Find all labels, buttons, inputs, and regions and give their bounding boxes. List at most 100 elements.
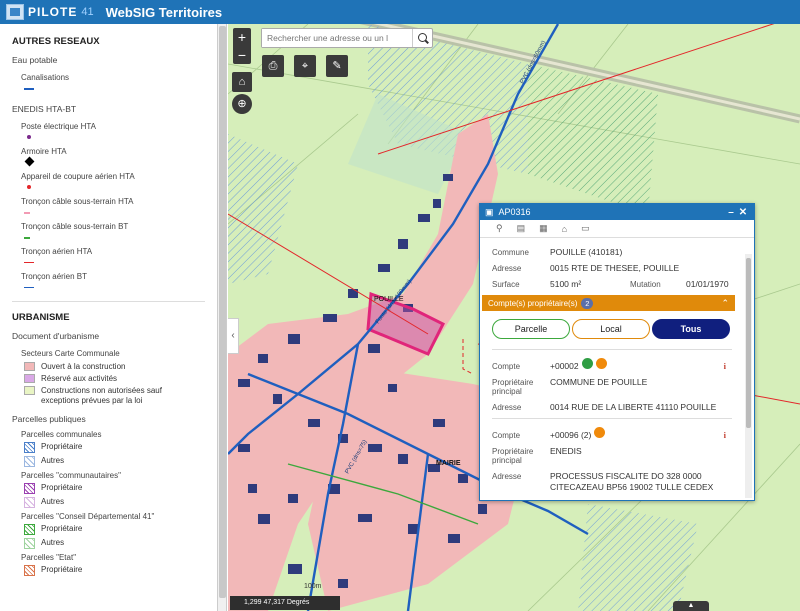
zoom-out-button[interactable]: − [233, 46, 251, 64]
legend-item-label: Propriétaire [41, 442, 83, 451]
search-input[interactable] [262, 29, 412, 47]
legend-item-label: Constructions non autorisées sauf except… [41, 386, 162, 405]
owner-filter-tabs: Parcelle Local Tous [492, 319, 744, 339]
proprietaire-row: Propriétaire principal COMMUNE DE POUILLE [492, 377, 732, 396]
legend-group-label: Eau potable [12, 55, 58, 65]
proprietaire-value: COMMUNE DE POUILLE [550, 377, 648, 387]
locate-button[interactable]: ⊕ [232, 94, 252, 114]
legend-swatch-row: Propriétaire [24, 565, 217, 576]
locate-address-button[interactable]: ⌖ [294, 55, 316, 77]
excel-icon[interactable]: ▦ [539, 223, 548, 234]
hatch-swatch-icon [24, 538, 35, 549]
field-label: Commune [492, 248, 529, 257]
bike-icon[interactable]: ⚲ [496, 223, 503, 234]
proprietaire-row: Propriétaire principal ENEDIS [492, 446, 732, 465]
minimize-button[interactable]: – [725, 207, 737, 218]
collapse-legend-button[interactable]: ‹ [228, 318, 239, 354]
popup-toolbar: ⚲ ▤ ▦ ⌂ ▭ [480, 220, 754, 238]
legend-symbol [24, 131, 217, 145]
legend-divider [12, 301, 205, 302]
chevron-left-icon: ‹ [231, 330, 235, 341]
app-header: PILOTE 41 WebSIG Territoires [0, 0, 800, 24]
commune-value: POUILLE (410181) [550, 247, 623, 257]
legend-symbol [24, 181, 217, 195]
legend-symbol [24, 156, 217, 170]
field-label: Surface [492, 280, 520, 289]
hatch-swatch-icon [24, 497, 35, 508]
field-label: Adresse [492, 264, 522, 273]
owner-adresse-row: Adresse PROCESSUS FISCALITE DO 328 0000 C… [492, 471, 732, 493]
tab-local[interactable]: Local [572, 319, 650, 339]
owner-adresse-value: PROCESSUS FISCALITE DO 328 0000 CITECAZE… [550, 471, 714, 492]
chevron-up-icon: ▲ [687, 602, 695, 609]
swatch-icon [24, 386, 35, 395]
legend-group-label: Document d'urbanisme [12, 331, 100, 341]
legend-item-label: Propriétaire [41, 483, 83, 492]
legend-swatch-row: Autres [24, 497, 217, 508]
card-icon[interactable]: ▭ [581, 223, 590, 234]
compte-row: Compte +00096 (2) i [492, 427, 732, 440]
legend-swatch-row: Ouvert à la construction [24, 362, 217, 371]
legend-item-label: Tronçon câble sous-terrain BT [21, 222, 129, 231]
info-icon[interactable]: i [724, 430, 732, 440]
proprietaire-value: ENEDIS [550, 446, 582, 456]
legend-section-title: URBANISME [12, 312, 70, 323]
compte-row: Compte +00002 i [492, 358, 732, 371]
tab-parcelle[interactable]: Parcelle [492, 319, 570, 339]
owners-section-toggle[interactable]: Compte(s) propriétaire(s) 2 ⌃ [482, 295, 735, 311]
pencil-icon: ✎ [332, 60, 342, 72]
print-button[interactable]: ⎙ [262, 55, 284, 77]
field-label: Compte [492, 362, 521, 371]
legend-swatch-row: Constructions non autorisées sauf except… [24, 386, 217, 406]
owners-count-badge: 2 [581, 297, 594, 309]
hatch-swatch-icon [24, 483, 35, 494]
legend-item-label: Ouvert à la construction [41, 362, 126, 371]
scale-label: 100m [304, 583, 322, 590]
legend-symbol [24, 256, 217, 270]
legend-item-label: Tronçon aérien BT [21, 272, 87, 281]
legend-symbol [24, 82, 217, 96]
field-label: Adresse [492, 472, 522, 481]
parcel-info-popup: ▣ AP0316 – ✕ ⚲ ▤ ▦ ⌂ ▭ Commune POUILLE (4… [479, 203, 755, 501]
legend-item-label: Autres [41, 538, 65, 547]
legend-swatch-row: Propriétaire [24, 524, 217, 535]
legend-item-label: Autres [41, 456, 65, 465]
draw-button[interactable]: ✎ [326, 55, 348, 77]
legend-item-label: Autres [41, 497, 65, 506]
legend-item-label: Tronçon câble sous-terrain HTA [21, 197, 134, 206]
search-button[interactable] [412, 29, 432, 47]
owners-section-title: Compte(s) propriétaire(s) [488, 298, 578, 308]
legend-item-label: Propriétaire [41, 565, 83, 574]
bottom-panel-toggle[interactable]: ▲ [673, 601, 709, 611]
home-icon: ⌂ [238, 76, 246, 88]
surface-row: Surface 5100 m² Mutation 01/01/1970 [492, 279, 744, 289]
field-label: Propriétaire principal [492, 447, 534, 465]
hatch-swatch-icon [24, 456, 35, 467]
adresse-value: 0015 RTE DE THESEE, POUILLE [550, 263, 680, 273]
logo-number: 41 [81, 6, 94, 18]
legend-section-title: AUTRES RESEAUX [12, 36, 100, 47]
legend-swatch-row: Autres [24, 538, 217, 549]
legend-item-label: Armoire HTA [21, 147, 67, 156]
home-button[interactable]: ⌂ [232, 72, 252, 92]
close-button[interactable]: ✕ [737, 207, 749, 218]
app-logo[interactable]: PILOTE 41 [6, 4, 94, 20]
owner-entry: Compte +00096 (2) i Propriétaire principal… [492, 418, 732, 493]
popup-scrollbar[interactable] [745, 254, 752, 498]
info-icon[interactable]: i [724, 361, 732, 371]
pdf-icon[interactable]: ▤ [517, 223, 526, 234]
tab-tous[interactable]: Tous [652, 319, 730, 339]
printer-icon: ⎙ [268, 60, 278, 72]
zoom-in-button[interactable]: + [233, 28, 251, 46]
home-icon[interactable]: ⌂ [562, 224, 567, 234]
parcelle-dot-icon [581, 358, 593, 369]
owner-adresse-value: 0014 RUE DE LA LIBERTE 41110 POUILLE [550, 402, 717, 412]
legend-item-label: Canalisations [21, 73, 70, 82]
legend-swatch-row: Réservé aux activités [24, 374, 217, 383]
legend-symbol [24, 206, 217, 220]
legend-item-label: Parcelles "communautaires" [21, 471, 121, 480]
logo-icon [6, 4, 24, 20]
legend-scrollbar[interactable] [218, 24, 227, 611]
logo-text: PILOTE [28, 5, 78, 19]
compte-value: +00096 (2) [550, 430, 592, 440]
